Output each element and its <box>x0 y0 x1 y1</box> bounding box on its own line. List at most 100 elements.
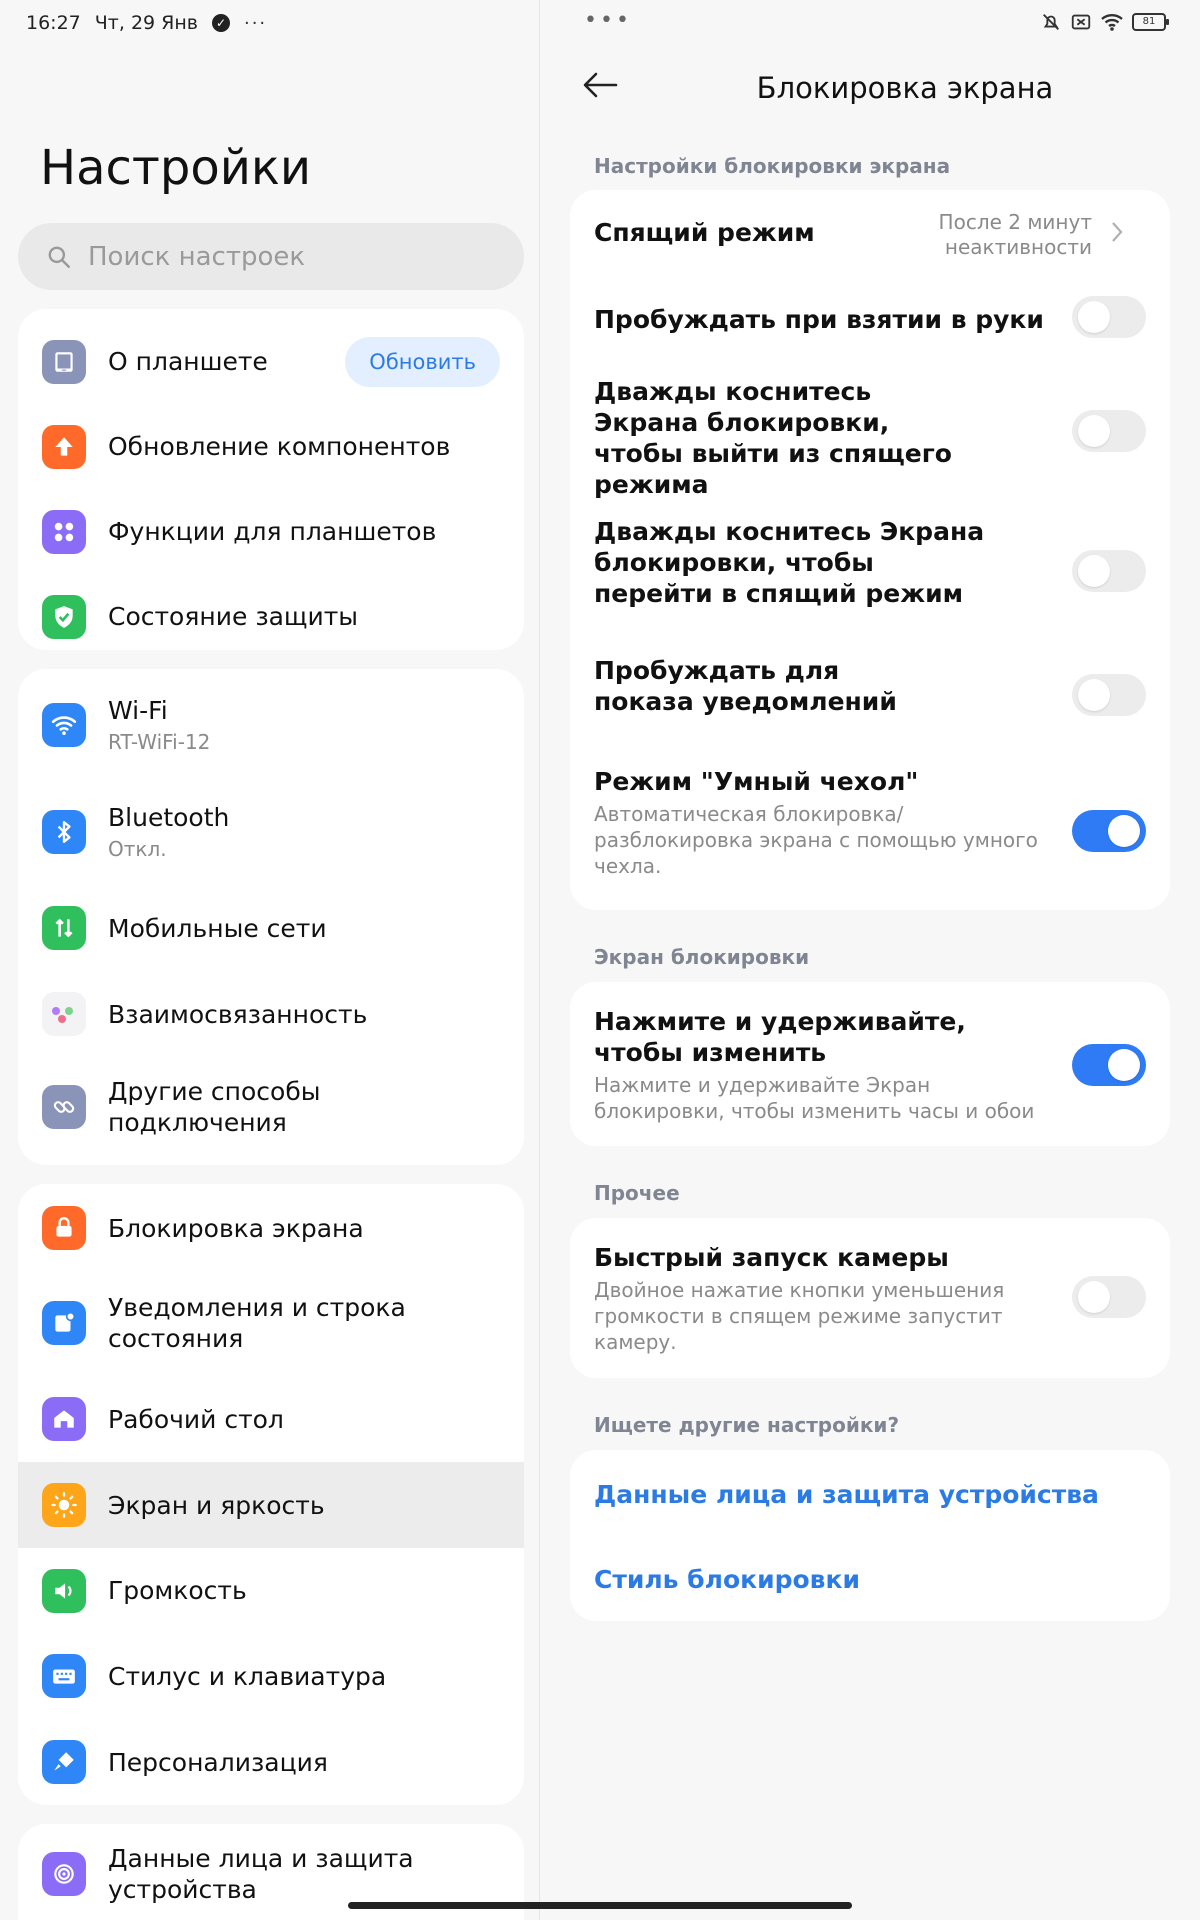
settings-group-connections: Wi-Fi RT-WiFi-12 Bluetooth Откл. Мобильн… <box>18 669 524 1165</box>
chevron-right-icon <box>1112 222 1123 242</box>
settings-item-other-connections[interactable]: Другие способы подключения <box>18 1057 524 1157</box>
settings-item-wifi[interactable]: Wi-Fi RT-WiFi-12 <box>18 671 524 778</box>
settings-item-label: Другие способы подключения <box>108 1077 321 1137</box>
smart-cover-title: Режим "Умный чехол" <box>594 767 919 796</box>
settings-item-label: Рабочий стол <box>108 1404 284 1434</box>
page-title: Настройки <box>40 140 312 196</box>
link-icon <box>42 1085 86 1129</box>
settings-item-label: Стилус и клавиатура <box>108 1661 387 1691</box>
row-text: О планшете <box>108 346 268 377</box>
settings-item-tablet-features[interactable]: Функции для планшетов <box>18 489 524 574</box>
face-data-link[interactable]: Данные лица и защита устройства <box>594 1480 1099 1509</box>
wifi-icon <box>42 702 86 747</box>
brush-icon <box>42 1740 86 1784</box>
settings-item-label: Состояние защиты <box>108 602 359 631</box>
settings-item-personalization[interactable]: Персонализация <box>18 1719 524 1805</box>
other-card: Быстрый запуск камеры Двойное нажатие кн… <box>570 1218 1170 1378</box>
bluetooth-icon <box>42 809 86 854</box>
lock-settings-card: Спящий режим После 2 минут неактивности … <box>570 190 1170 910</box>
double-tap-sleep-row[interactable]: Дважды коснитесь Экрана блокировки, чтоб… <box>594 502 1146 642</box>
settings-item-label: Уведомления и строка состояния <box>108 1293 406 1353</box>
settings-item-about-tablet[interactable]: О планшете Обновить <box>18 319 524 404</box>
toggle-knob <box>1078 415 1110 447</box>
settings-item-label: Мобильные сети <box>108 913 327 943</box>
toggle-row-title: Пробуждать при взятии в руки <box>594 305 1044 334</box>
settings-item-label: Bluetooth <box>108 803 230 832</box>
settings-item-sub: RT-WiFi-12 <box>108 730 211 754</box>
settings-item-volume[interactable]: Громкость <box>18 1548 524 1633</box>
interconnect-icon <box>42 992 86 1036</box>
settings-item-label: Экран и яркость <box>108 1490 325 1520</box>
wake-on-pickup-row[interactable]: Пробуждать при взятии в руки <box>594 276 1146 362</box>
quick-camera-toggle[interactable] <box>1072 1276 1146 1318</box>
wake-for-notifications-toggle[interactable] <box>1072 674 1146 716</box>
press-hold-sub: Нажмите и удерживайте Экран блокировки, … <box>594 1073 1035 1123</box>
update-button[interactable]: Обновить <box>345 337 500 387</box>
search-placeholder: Поиск настроек <box>88 241 306 272</box>
toggle-knob <box>1078 555 1110 587</box>
sleep-mode-row[interactable]: Спящий режим После 2 минут неактивности <box>594 190 1146 276</box>
wake-for-notifications-row[interactable]: Пробуждать для показа уведомлений <box>594 642 1146 746</box>
double-tap-sleep-toggle[interactable] <box>1072 550 1146 592</box>
arrow-up-icon <box>42 424 86 469</box>
settings-item-sub: Откл. <box>108 837 167 861</box>
smart-cover-toggle[interactable] <box>1072 810 1146 852</box>
press-hold-title: Нажмите и удерживайте, чтобы изменить <box>594 1007 966 1067</box>
screen: 16:27 Чт, 29 Янв ✓ ··· ••• 81 Настройки … <box>0 0 1200 1920</box>
settings-item-label: Wi-Fi <box>108 696 168 725</box>
section-header: Ищете другие настройки? <box>594 1413 900 1437</box>
settings-list-pane: Настройки Поиск настроек О планшете Обно… <box>0 0 539 1920</box>
search-input[interactable]: Поиск настроек <box>18 223 524 290</box>
toggle-knob <box>1078 679 1110 711</box>
toggle-knob <box>1078 1281 1110 1313</box>
sleep-mode-value: После 2 минут неактивности <box>939 210 1092 260</box>
settings-item-display-brightness[interactable]: Экран и яркость <box>18 1462 524 1548</box>
press-hold-text: Нажмите и удерживайте, чтобы изменить На… <box>594 1006 1054 1124</box>
press-hold-toggle[interactable] <box>1072 1044 1146 1086</box>
toggle-row-title: Дважды коснитесь Экрана блокировки, чтоб… <box>594 377 952 499</box>
settings-item-security-status[interactable]: Состояние защиты <box>18 574 524 650</box>
keyboard-icon <box>42 1654 86 1698</box>
brightness-icon <box>42 1483 86 1527</box>
mobile-data-icon <box>42 906 86 950</box>
toggle-row-title: Дважды коснитесь Экрана блокировки, чтоб… <box>594 517 985 608</box>
settings-item-label: Громкость <box>108 1576 247 1605</box>
smart-cover-text: Режим "Умный чехол" Автоматическая блоки… <box>594 766 1054 879</box>
toggle-knob <box>1108 1049 1140 1081</box>
settings-item-mobile-networks[interactable]: Мобильные сети <box>18 885 524 971</box>
settings-item-component-update[interactable]: Обновление компонентов <box>18 404 524 489</box>
quick-camera-row[interactable]: Быстрый запуск камеры Двойное нажатие кн… <box>594 1218 1146 1378</box>
section-header: Прочее <box>594 1181 680 1205</box>
toggle-knob <box>1108 815 1140 847</box>
home-indicator[interactable] <box>348 1902 852 1909</box>
quick-camera-sub: Двойное нажатие кнопки уменьшения громко… <box>594 1278 1005 1354</box>
lock-screen-card: Нажмите и удерживайте, чтобы изменить На… <box>570 982 1170 1146</box>
lock-style-link[interactable]: Стиль блокировки <box>594 1565 860 1594</box>
wake-on-pickup-toggle[interactable] <box>1072 296 1146 338</box>
sleep-mode-title: Спящий режим <box>594 218 815 247</box>
smart-cover-row[interactable]: Режим "Умный чехол" Автоматическая блоки… <box>594 746 1146 896</box>
settings-item-label: Персонализация <box>108 1747 328 1777</box>
double-tap-wake-row[interactable]: Дважды коснитесь Экрана блокировки, чтоб… <box>594 362 1146 502</box>
settings-group-device: О планшете Обновить Обновление компонент… <box>18 309 524 650</box>
quick-camera-title: Быстрый запуск камеры <box>594 1243 949 1272</box>
fingerprint-icon <box>42 1852 86 1896</box>
settings-item-interconnectivity[interactable]: Взаимосвязанность <box>18 971 524 1057</box>
press-hold-edit-row[interactable]: Нажмите и удерживайте, чтобы изменить На… <box>594 982 1146 1146</box>
detail-title: Блокировка экрана <box>756 71 1054 105</box>
settings-item-notifications[interactable]: Уведомления и строка состояния <box>18 1270 524 1376</box>
volume-icon <box>42 1568 86 1613</box>
related-settings-card: Данные лица и защита устройства Стиль бл… <box>570 1450 1170 1621</box>
settings-item-bluetooth[interactable]: Bluetooth Откл. <box>18 778 524 885</box>
toggle-knob <box>1078 301 1110 333</box>
settings-item-stylus-keyboard[interactable]: Стилус и клавиатура <box>18 1633 524 1719</box>
quick-camera-text: Быстрый запуск камеры Двойное нажатие кн… <box>594 1242 1034 1355</box>
settings-item-lock-screen[interactable]: Блокировка экрана <box>18 1186 524 1270</box>
double-tap-wake-toggle[interactable] <box>1072 410 1146 452</box>
settings-item-label: Функции для планшетов <box>108 517 437 546</box>
settings-item-label: О планшете <box>108 347 268 376</box>
settings-item-label: Взаимосвязанность <box>108 999 368 1029</box>
settings-item-home-screen[interactable]: Рабочий стол <box>18 1376 524 1462</box>
search-icon <box>48 246 70 268</box>
section-header: Настройки блокировки экрана <box>594 154 951 178</box>
